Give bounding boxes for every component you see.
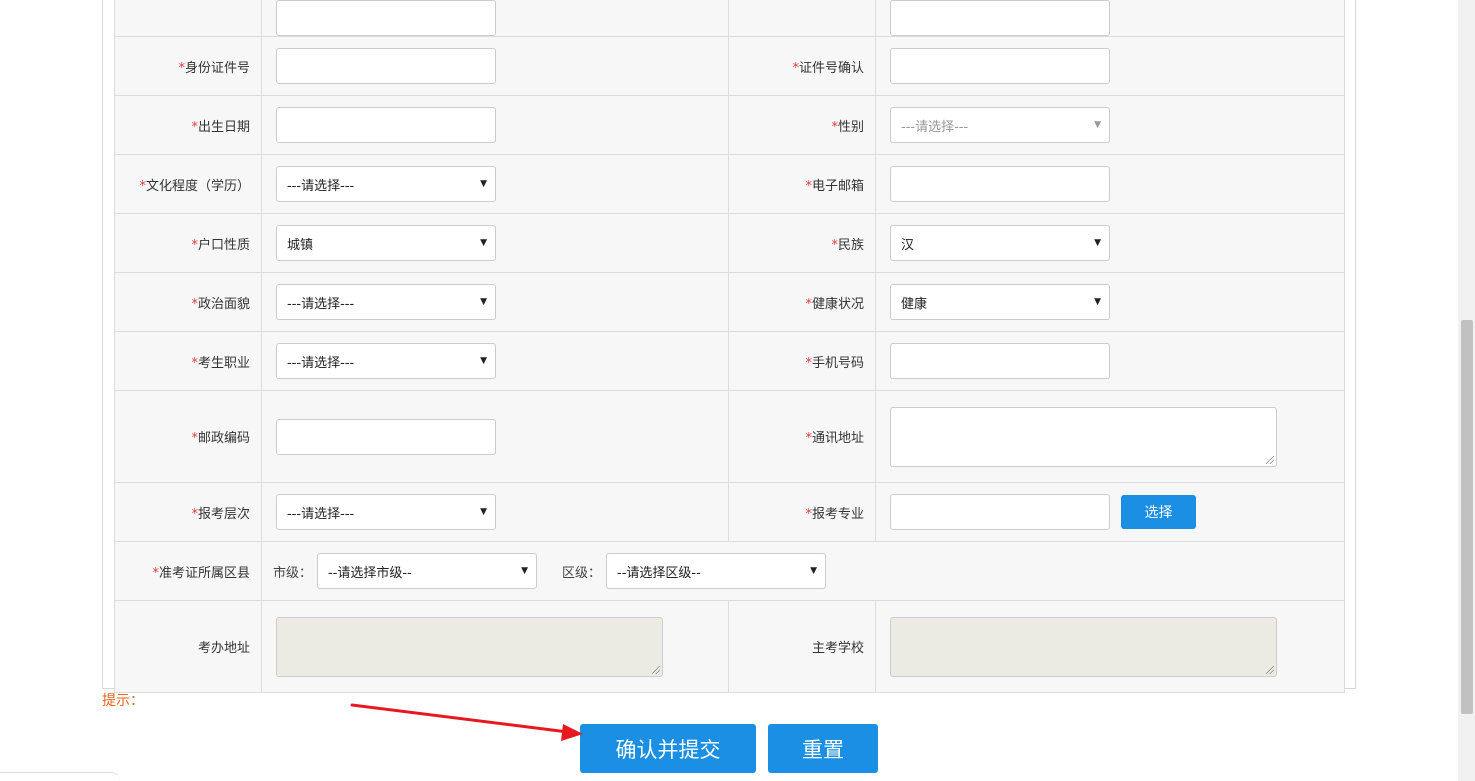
education-select[interactable]: ---请选择--- ▼	[276, 166, 496, 202]
field-label: *户口性质	[114, 213, 262, 273]
field-label: *手机号码	[728, 331, 876, 391]
hint-text: 提示：	[102, 693, 144, 709]
gender-select[interactable]: ---请选择--- ▼	[890, 107, 1110, 143]
form-row: *邮政编码 *通讯地址	[114, 390, 1345, 483]
chevron-down-icon: ▼	[480, 356, 487, 366]
page-corner	[0, 772, 120, 781]
field-label: *证件号确认	[728, 36, 876, 96]
chevron-down-icon: ▼	[1094, 238, 1101, 248]
field-label: *出生日期	[114, 95, 262, 155]
reset-button[interactable]: 重置	[768, 724, 878, 773]
exam-office-address-textarea	[276, 616, 663, 677]
submit-button[interactable]: 确认并提交	[580, 724, 756, 773]
household-type-select[interactable]: 城镇 ▼	[276, 225, 496, 261]
field-label: 考办地址	[114, 600, 262, 693]
form-row: *考生职业 ---请选择--- ▼ *手机号码	[114, 331, 1345, 391]
form-row-office: 考办地址 主考学校	[114, 600, 1345, 693]
registration-form-table: *身份证件号 *证件号确认 *出生日期 *性别 ---请选择--- ▼ *文化程度…	[114, 0, 1345, 693]
health-status-select[interactable]: 健康 ▼	[890, 284, 1110, 320]
field-label: *文化程度（学历）	[114, 154, 262, 214]
id-number-input[interactable]	[276, 48, 496, 84]
form-row: *出生日期 *性别 ---请选择--- ▼	[114, 95, 1345, 155]
chevron-down-icon: ▼	[480, 179, 487, 189]
form-row-region: *准考证所属区县 市级： --请选择市级-- ▼ 区级： --请选择区级-- ▼	[114, 541, 1345, 601]
field-label: *民族	[728, 213, 876, 273]
form-row: *报考层次 ---请选择--- ▼ *报考专业 选择	[114, 482, 1345, 542]
district-select[interactable]: --请选择区级-- ▼	[606, 553, 827, 589]
resize-grip-icon[interactable]	[1266, 455, 1274, 464]
chevron-down-icon: ▼	[480, 297, 487, 307]
host-school-textarea	[890, 616, 1277, 677]
phone-input[interactable]	[890, 343, 1110, 379]
choose-major-button[interactable]: 选择	[1121, 495, 1196, 529]
address-textarea[interactable]	[890, 406, 1277, 467]
field-label: *准考证所属区县	[114, 541, 262, 601]
field-label: *政治面貌	[114, 272, 262, 332]
form-row: *文化程度（学历） ---请选择--- ▼ *电子邮箱	[114, 154, 1345, 214]
form-row-partial	[114, 0, 1345, 37]
birth-date-input[interactable]	[276, 107, 496, 143]
scrollbar-thumb[interactable]	[1461, 320, 1473, 714]
form-row: *政治面貌 ---请选择--- ▼ *健康状况 健康 ▼	[114, 272, 1345, 332]
postal-code-input[interactable]	[276, 418, 496, 455]
field-label: *电子邮箱	[728, 154, 876, 214]
major-input[interactable]	[890, 494, 1110, 530]
ethnicity-select[interactable]: 汉 ▼	[890, 225, 1110, 261]
chevron-down-icon: ▼	[1094, 297, 1101, 307]
partial-input-right[interactable]	[890, 0, 1110, 36]
occupation-select[interactable]: ---请选择--- ▼	[276, 343, 496, 379]
email-input[interactable]	[890, 166, 1110, 202]
political-status-select[interactable]: ---请选择--- ▼	[276, 284, 496, 320]
chevron-down-icon: ▼	[480, 507, 487, 517]
form-row: *身份证件号 *证件号确认	[114, 36, 1345, 96]
district-label: 区级：	[562, 565, 602, 581]
field-label: *报考专业	[728, 482, 876, 542]
chevron-down-icon: ▼	[480, 238, 487, 248]
resize-grip-icon[interactable]	[652, 665, 660, 674]
field-label: 主考学校	[728, 600, 876, 693]
chevron-down-icon: ▼	[810, 566, 818, 576]
resize-grip-icon[interactable]	[1266, 665, 1274, 674]
chevron-down-icon: ▼	[521, 566, 529, 576]
partial-input-left[interactable]	[276, 0, 496, 36]
field-label: *考生职业	[114, 331, 262, 391]
field-label: *邮政编码	[114, 390, 262, 483]
form-row: *户口性质 城镇 ▼ *民族 汉 ▼	[114, 213, 1345, 273]
city-label: 市级：	[273, 565, 313, 581]
field-label: *性别	[728, 95, 876, 155]
exam-level-select[interactable]: ---请选择--- ▼	[276, 494, 496, 530]
field-label: *报考层次	[114, 482, 262, 542]
field-label: *身份证件号	[114, 36, 262, 96]
id-number-confirm-input[interactable]	[890, 48, 1110, 84]
chevron-down-icon: ▼	[1094, 120, 1101, 130]
city-select[interactable]: --请选择市级-- ▼	[317, 553, 538, 589]
field-label: *通讯地址	[728, 390, 876, 483]
field-label: *健康状况	[728, 272, 876, 332]
